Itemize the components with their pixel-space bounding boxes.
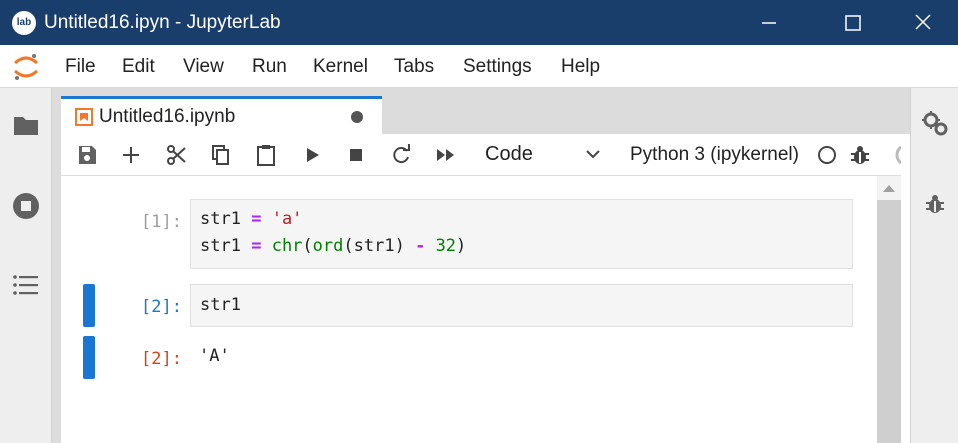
notebook-scrollbar[interactable]: [877, 176, 901, 443]
code-token: =: [251, 209, 262, 229]
kernel-status-idle-icon: [818, 146, 836, 164]
output-prompt: [2]:: [141, 349, 182, 369]
notebook-icon: [75, 108, 93, 126]
insert-cell-icon[interactable]: [119, 143, 143, 167]
menu-view[interactable]: View: [183, 56, 224, 78]
window-title: Untitled16.ipyn - JupyterLab: [44, 12, 281, 33]
run-icon[interactable]: [300, 143, 324, 167]
minimize-icon: [762, 22, 776, 24]
scroll-up-arrow-icon[interactable]: [883, 184, 895, 192]
code-token: (: [302, 236, 313, 256]
code-token: ): [456, 236, 467, 256]
notebook-toolbar: Code Python 3 (ipykernel): [61, 134, 910, 176]
chevron-down-icon[interactable]: [583, 144, 603, 164]
menu-bar: File Edit View Run Kernel Tabs Settings …: [0, 45, 958, 88]
code-token: ord: [312, 236, 344, 256]
more-tools-icon[interactable]: [887, 143, 901, 167]
table-of-contents-icon[interactable]: [13, 274, 39, 296]
kernel-name[interactable]: Python 3 (ipykernel): [630, 144, 799, 166]
debugger-panel-bug-icon[interactable]: [923, 192, 947, 216]
save-icon[interactable]: [75, 143, 99, 167]
menu-run[interactable]: Run: [252, 56, 287, 78]
maximize-button[interactable]: [821, 0, 883, 45]
active-cell-collapser[interactable]: [83, 284, 95, 327]
menu-file[interactable]: File: [65, 56, 96, 78]
code-token: 'a': [271, 209, 303, 229]
code-token: str1: [200, 236, 241, 256]
menu-kernel[interactable]: Kernel: [313, 56, 368, 78]
menu-help[interactable]: Help: [561, 56, 600, 78]
file-browser-folder-icon[interactable]: [13, 114, 39, 136]
input-prompt: [1]:: [141, 212, 182, 232]
maximize-icon: [845, 15, 861, 31]
code-cell-input[interactable]: str1: [190, 284, 853, 327]
cell-type-dropdown[interactable]: Code: [485, 143, 533, 166]
close-icon: [915, 14, 931, 30]
menu-edit[interactable]: Edit: [122, 56, 155, 78]
restart-and-run-all-icon[interactable]: [434, 143, 458, 167]
scrollbar-thumb[interactable]: [877, 200, 901, 443]
code-line: str1 = 'a': [200, 206, 852, 233]
running-sessions-icon[interactable]: [12, 192, 40, 220]
code-token: str1: [200, 209, 241, 229]
code-token: -: [415, 236, 426, 256]
notebook-tab-label: Untitled16.ipynb: [99, 106, 236, 127]
close-button[interactable]: [890, 0, 952, 45]
code-line: str1: [200, 295, 241, 315]
code-token: 32: [435, 236, 457, 256]
code-token: (str1): [343, 236, 405, 256]
output-collapser[interactable]: [83, 336, 95, 379]
jupyterlab-app-icon: lab: [12, 11, 36, 35]
code-token: chr: [271, 236, 303, 256]
restart-kernel-icon[interactable]: [389, 143, 413, 167]
property-inspector-gears-icon[interactable]: [921, 110, 949, 138]
menu-tabs[interactable]: Tabs: [394, 56, 434, 78]
debugger-bug-icon[interactable]: [848, 143, 872, 167]
left-sidebar: [0, 88, 52, 443]
unsaved-changes-dot-icon[interactable]: [351, 111, 363, 123]
panel-edge: [901, 134, 910, 443]
menu-settings[interactable]: Settings: [463, 56, 532, 78]
jupyter-logo-icon: [13, 54, 39, 80]
code-token: =: [251, 236, 262, 256]
code-cell-input[interactable]: str1 = 'a' str1 = chr(ord(str1) - 32): [190, 199, 853, 269]
notebook-tab[interactable]: Untitled16.ipynb: [61, 96, 382, 134]
minimize-button[interactable]: [738, 0, 800, 45]
input-prompt: [2]:: [141, 297, 182, 317]
code-line: str1 = chr(ord(str1) - 32): [200, 233, 852, 260]
right-sidebar: [910, 88, 958, 443]
cut-icon[interactable]: [165, 143, 189, 167]
title-bar: lab Untitled16.ipyn - JupyterLab: [0, 0, 958, 45]
interrupt-kernel-icon[interactable]: [344, 143, 368, 167]
cell-output: 'A': [199, 346, 230, 366]
copy-icon[interactable]: [209, 143, 233, 167]
paste-icon[interactable]: [254, 143, 278, 167]
